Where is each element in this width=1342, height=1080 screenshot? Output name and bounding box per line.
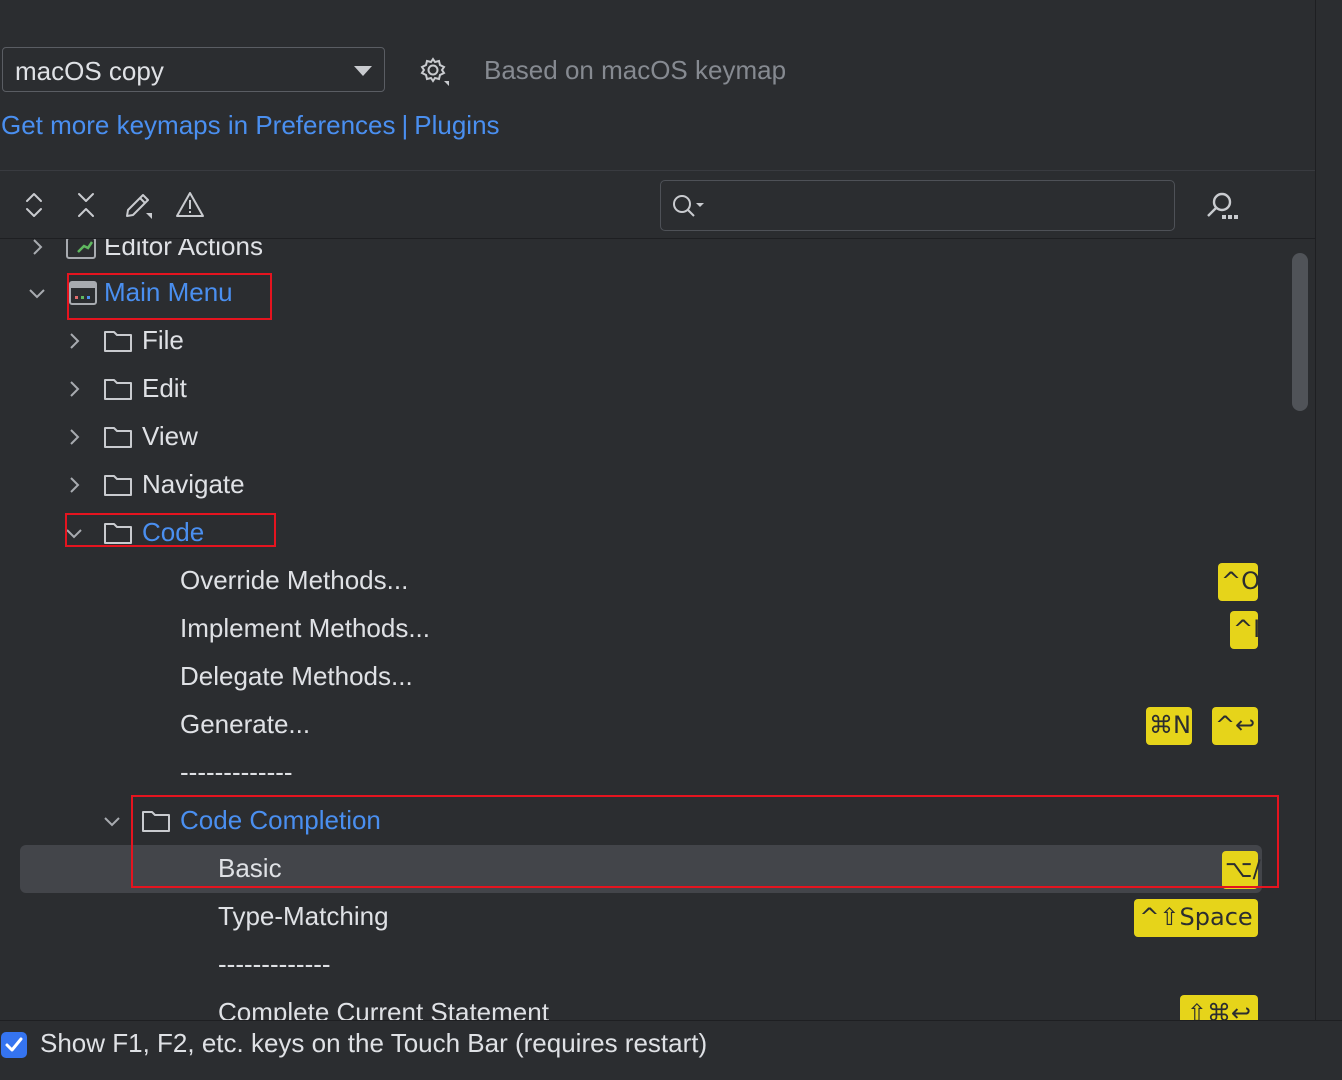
keymap-tree[interactable]: Editor Actions Main Menu File Edit View bbox=[0, 239, 1316, 1020]
footer-divider bbox=[0, 1020, 1342, 1021]
plugins-link[interactable]: Plugins bbox=[414, 110, 499, 140]
tree-label: View bbox=[142, 421, 198, 451]
based-on-label: Based on macOS keymap bbox=[484, 55, 787, 85]
search-field[interactable] bbox=[660, 180, 1175, 231]
gear-icon[interactable] bbox=[418, 55, 450, 87]
tree-row-editor-actions[interactable]: Editor Actions bbox=[0, 239, 1290, 271]
shortcut-badge: ^O bbox=[1218, 563, 1260, 601]
collapse-all-icon[interactable] bbox=[70, 189, 102, 221]
tree-row-complete-current-statement[interactable]: Complete Current Statement ⇧⌘↩ bbox=[0, 989, 1290, 1020]
keymap-dropdown-value: macOS copy bbox=[15, 56, 164, 86]
tree-row-override-methods[interactable]: Override Methods... ^O bbox=[0, 557, 1290, 605]
panel-right-border bbox=[1315, 0, 1316, 1020]
tree-row-separator: ------------- bbox=[0, 749, 1290, 797]
tree-scrollbar[interactable] bbox=[1292, 253, 1308, 411]
tree-label: Delegate Methods... bbox=[180, 661, 413, 691]
tree-label: File bbox=[142, 325, 184, 355]
separator-label: ------------- bbox=[218, 949, 331, 979]
find-by-shortcut-icon[interactable] bbox=[1204, 189, 1240, 225]
search-input[interactable] bbox=[711, 189, 1165, 223]
touchbar-checkbox-label[interactable]: Show F1, F2, etc. keys on the Touch Bar … bbox=[40, 1028, 707, 1059]
chevron-right-icon[interactable] bbox=[63, 474, 85, 496]
tree-label: Editor Actions bbox=[104, 239, 263, 261]
tree-row-delegate-methods[interactable]: Delegate Methods... bbox=[0, 653, 1290, 701]
tree-label: Override Methods... bbox=[180, 565, 409, 595]
shortcut-badge: ^I bbox=[1230, 611, 1260, 649]
header-divider bbox=[0, 170, 1316, 171]
tree-row-separator: ------------- bbox=[0, 941, 1290, 989]
chevron-right-icon[interactable] bbox=[63, 426, 85, 448]
touchbar-checkbox[interactable] bbox=[1, 1032, 27, 1058]
search-icon[interactable] bbox=[671, 193, 705, 219]
highlight-box-code-completion bbox=[131, 795, 1279, 888]
tree-label: Navigate bbox=[142, 469, 245, 499]
chevron-down-icon[interactable] bbox=[101, 810, 123, 832]
warning-icon[interactable] bbox=[174, 189, 206, 221]
tree-row-generate[interactable]: Generate... ⌘N ^↩ bbox=[0, 701, 1290, 749]
tree-label: Implement Methods... bbox=[180, 613, 430, 643]
more-keymaps-link-row: Get more keymaps in Preferences | Plugins bbox=[1, 110, 500, 141]
tree-row-implement-methods[interactable]: Implement Methods... ^I bbox=[0, 605, 1290, 653]
shortcut-badge: ⇧⌘↩ bbox=[1180, 995, 1258, 1020]
chevron-right-icon[interactable] bbox=[63, 330, 85, 352]
dropdown-arrow-icon bbox=[354, 66, 372, 76]
tree-label: Generate... bbox=[180, 709, 311, 739]
separator-label: ------------- bbox=[180, 757, 293, 787]
tree-row-type-matching[interactable]: Type-Matching ^⇧Space bbox=[0, 893, 1290, 941]
highlight-box-main-menu bbox=[67, 273, 272, 320]
editor-actions-icon bbox=[66, 239, 96, 259]
folder-icon bbox=[104, 475, 132, 496]
highlight-box-code bbox=[65, 513, 276, 547]
tree-row-view[interactable]: View bbox=[0, 413, 1290, 461]
shortcut-badge: ⌘N bbox=[1146, 707, 1192, 745]
chevron-down-icon[interactable] bbox=[26, 282, 48, 304]
checkmark-icon bbox=[5, 1037, 23, 1052]
chevron-right-icon[interactable] bbox=[63, 378, 85, 400]
folder-icon bbox=[104, 427, 132, 448]
tree-row-edit[interactable]: Edit bbox=[0, 365, 1290, 413]
tree-row-file[interactable]: File bbox=[0, 317, 1290, 365]
expand-all-icon[interactable] bbox=[18, 189, 50, 221]
shortcut-badge: ^↩ bbox=[1212, 707, 1258, 745]
keymap-dropdown[interactable]: macOS copy bbox=[2, 47, 385, 92]
chevron-right-icon[interactable] bbox=[26, 239, 48, 258]
tree-label: Edit bbox=[142, 373, 187, 403]
folder-icon bbox=[104, 331, 132, 352]
tree-label: Complete Current Statement bbox=[218, 997, 549, 1020]
shortcut-badge: ^⇧Space bbox=[1134, 899, 1258, 937]
folder-icon bbox=[104, 379, 132, 400]
get-more-keymaps-link[interactable]: Get more keymaps in Preferences bbox=[1, 110, 396, 140]
tree-label: Type-Matching bbox=[218, 901, 389, 931]
link-separator: | bbox=[401, 110, 409, 140]
tree-row-navigate[interactable]: Navigate bbox=[0, 461, 1290, 509]
edit-icon[interactable] bbox=[122, 189, 154, 221]
